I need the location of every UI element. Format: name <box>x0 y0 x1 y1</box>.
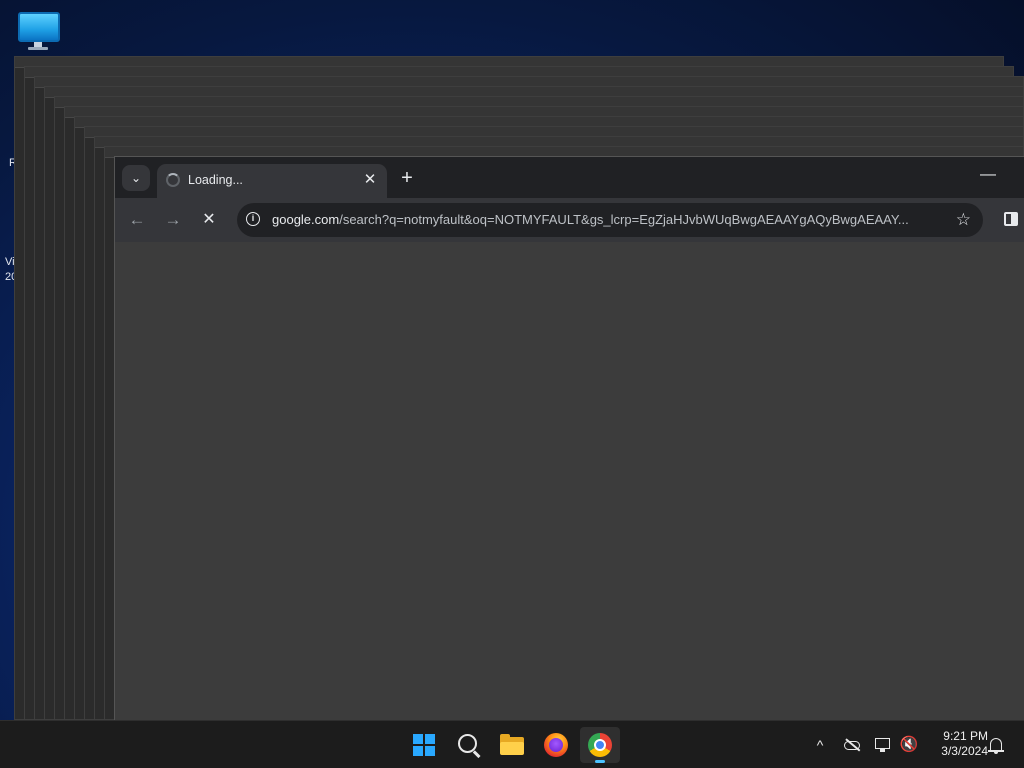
side-panel-icon[interactable] <box>1004 212 1018 226</box>
bookmark-star-icon[interactable]: ☆ <box>956 209 971 231</box>
clock-time: 9:21 PM <box>943 729 988 743</box>
url-path: /search?q=notmyfault&oq=NOTMYFAULT&gs_lc… <box>339 212 909 227</box>
firefox-button[interactable] <box>536 727 576 763</box>
monitor-icon <box>18 12 60 42</box>
page-content-blank <box>115 242 1024 720</box>
minimize-button[interactable]: — <box>974 165 1002 189</box>
chrome-button[interactable] <box>580 727 620 763</box>
address-url[interactable]: google.com/search?q=notmyfault&oq=NOTMYF… <box>272 212 944 227</box>
tab-title: Loading... <box>188 173 243 187</box>
search-button[interactable] <box>448 727 488 763</box>
clock[interactable]: 9:21 PM 3/3/2024 <box>926 729 988 759</box>
windows-logo-icon <box>413 734 435 756</box>
tab-search-button[interactable]: ⌄ <box>122 165 150 191</box>
taskbar: ^ 🔇 9:21 PM 3/3/2024 <box>0 720 1024 768</box>
back-button[interactable]: ← <box>123 206 151 234</box>
search-icon <box>458 734 477 753</box>
tab-loading[interactable]: Loading... ✕ <box>157 164 387 198</box>
browser-toolbar: ← → ✕ i google.com/search?q=notmyfault&o… <box>115 198 1024 242</box>
info-icon[interactable]: i <box>246 212 260 226</box>
tab-close-icon[interactable]: ✕ <box>361 171 379 189</box>
file-explorer-button[interactable] <box>492 727 532 763</box>
tab-strip: ⌄ Loading... ✕ + — <box>115 157 1024 198</box>
new-tab-button[interactable]: + <box>395 167 419 191</box>
onedrive-offline-icon[interactable] <box>842 735 862 755</box>
notification-bell-icon[interactable] <box>986 735 1006 755</box>
network-icon[interactable] <box>873 735 893 755</box>
clock-date: 3/3/2024 <box>941 744 988 758</box>
active-app-indicator <box>595 760 605 763</box>
chevron-down-icon: ⌄ <box>130 171 142 185</box>
url-domain: google.com <box>272 212 340 227</box>
start-button[interactable] <box>404 727 444 763</box>
forward-button[interactable]: → <box>159 206 187 234</box>
chrome-window: ⌄ Loading... ✕ + — ← → ✕ i google.com/se… <box>114 156 1024 720</box>
stop-loading-button[interactable]: ✕ <box>195 206 223 234</box>
volume-muted-icon[interactable]: 🔇 <box>899 735 919 755</box>
address-bar[interactable]: i google.com/search?q=notmyfault&oq=NOTM… <box>237 203 983 237</box>
tray-overflow-chevron-icon[interactable]: ^ <box>810 735 830 755</box>
this-pc-desktop-icon[interactable] <box>16 10 62 50</box>
loading-spinner-icon <box>166 173 180 187</box>
